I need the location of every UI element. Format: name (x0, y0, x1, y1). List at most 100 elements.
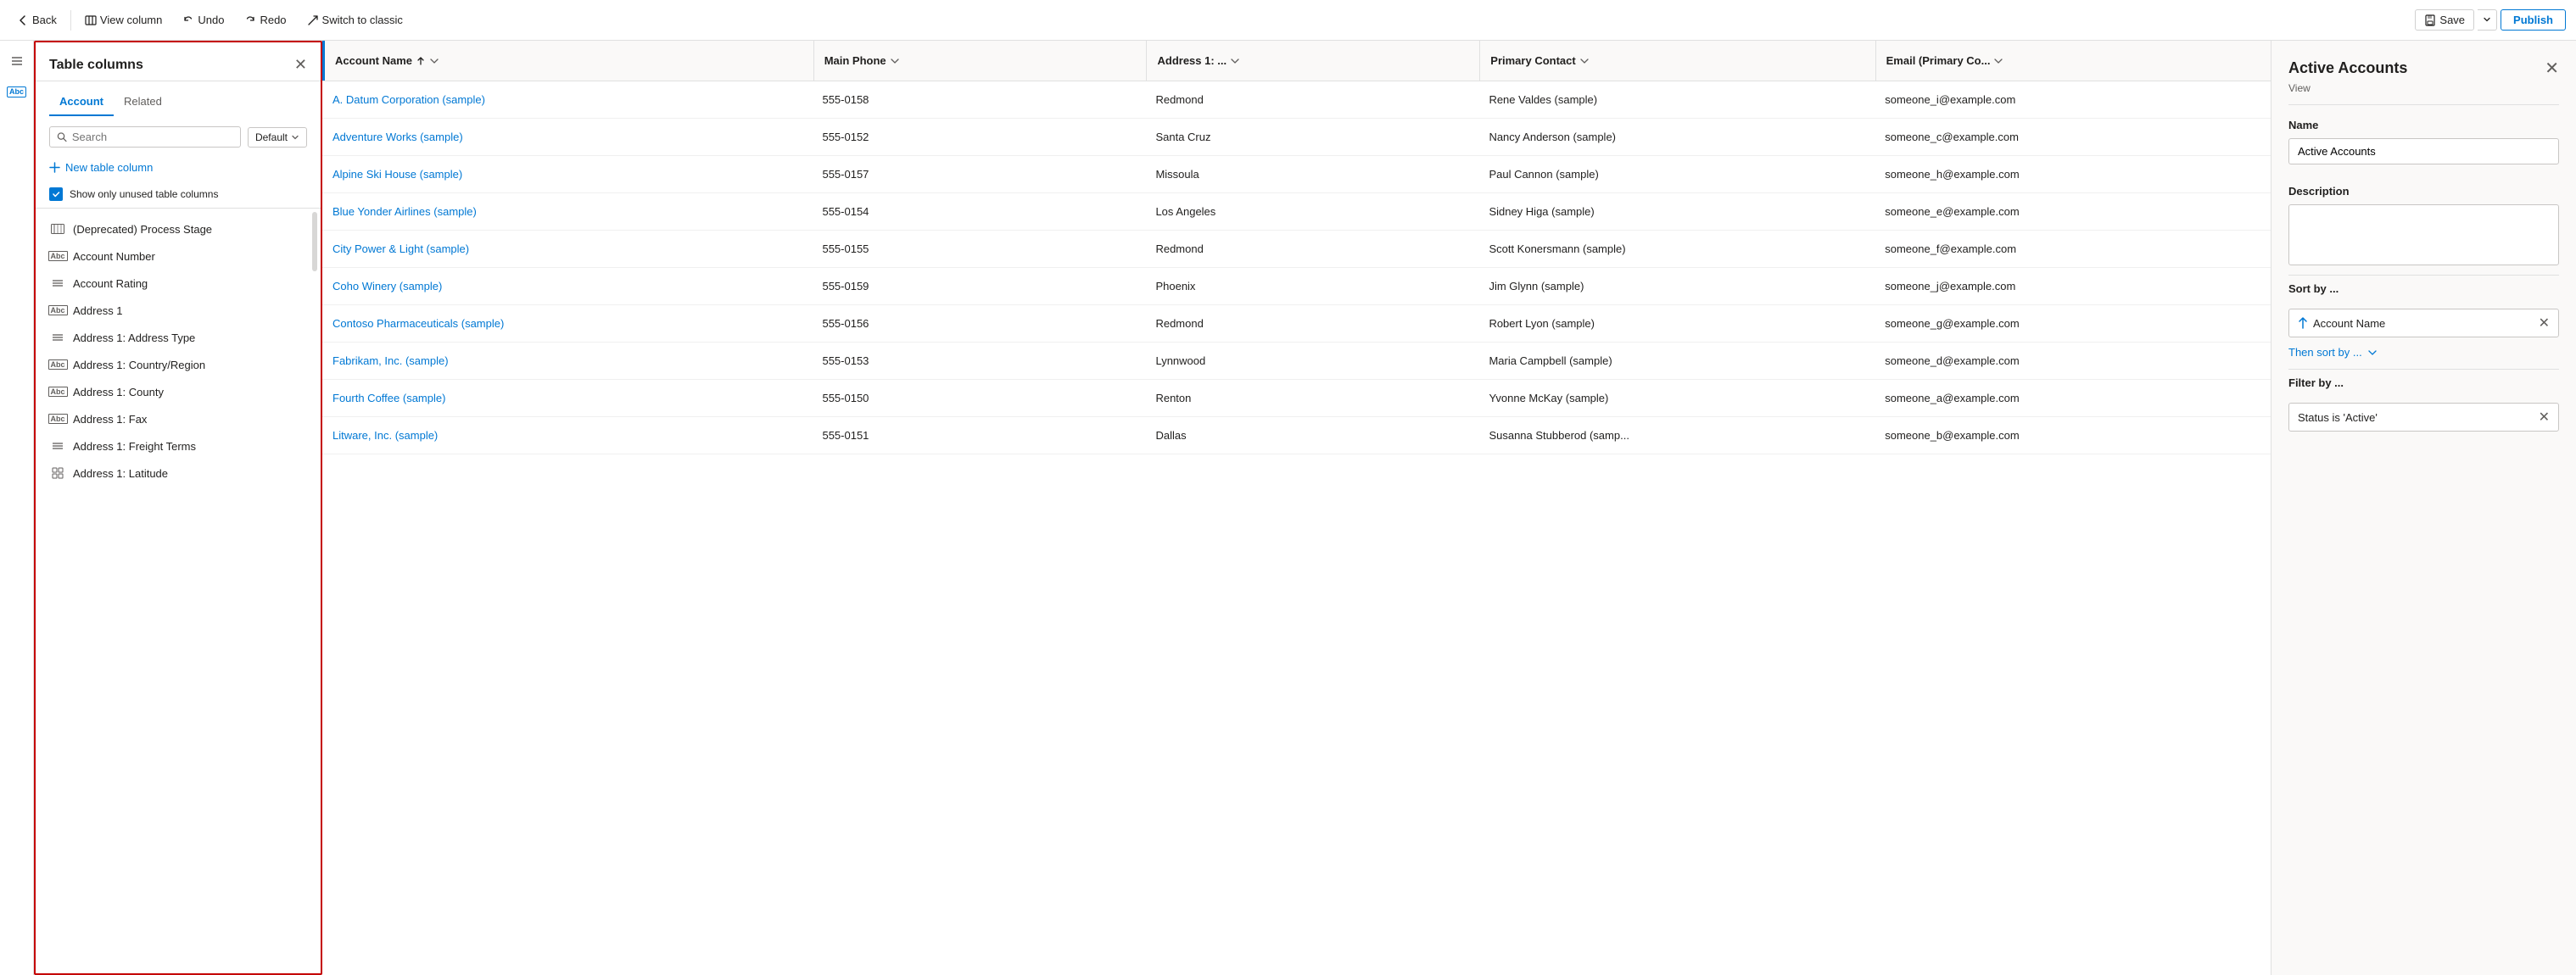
filter-dropdown-icon[interactable] (1579, 56, 1590, 66)
unused-check-row: Show only unused table columns (36, 184, 321, 208)
filter-tag: Status is 'Active' ✕ (2288, 403, 2559, 432)
col-header-email[interactable]: Email (Primary Co... (1876, 41, 2271, 81)
list-item[interactable]: Address 1: Freight Terms (36, 432, 321, 460)
undo-icon (182, 14, 194, 26)
panel-title: Table columns (49, 58, 143, 73)
abc-button[interactable]: Abc (3, 78, 31, 105)
tab-related[interactable]: Related (114, 88, 172, 116)
list-item[interactable]: Abc Address 1: County (36, 378, 321, 405)
cell-phone: 555-0156 (812, 305, 1145, 342)
abc-col-icon: Abc (49, 249, 66, 263)
cell-phone: 555-0158 (812, 81, 1145, 118)
cell-account-name[interactable]: Blue Yonder Airlines (sample) (322, 193, 812, 230)
cell-email: someone_i@example.com (1875, 81, 2271, 118)
table-row: Contoso Pharmaceuticals (sample) 555-015… (322, 305, 2271, 343)
table-columns-panel: Table columns ✕ Account Related Default … (34, 41, 322, 975)
cell-account-name[interactable]: Coho Winery (sample) (322, 268, 812, 304)
publish-label: Publish (2513, 14, 2553, 26)
new-column-label: New table column (65, 161, 153, 174)
save-dropdown-button[interactable] (2478, 9, 2497, 31)
cell-account-name[interactable]: Fourth Coffee (sample) (322, 380, 812, 416)
cell-account-name[interactable]: A. Datum Corporation (sample) (322, 81, 812, 118)
panel-close-button[interactable]: ✕ (294, 56, 307, 74)
col-header-main-phone[interactable]: Main Phone (814, 41, 1148, 81)
back-button[interactable]: Back (10, 10, 64, 30)
right-panel-close-button[interactable]: ✕ (2545, 58, 2559, 79)
column-item-label: Account Number (73, 250, 155, 263)
cell-account-name[interactable]: Litware, Inc. (sample) (322, 417, 812, 454)
cell-account-name[interactable]: Alpine Ski House (sample) (322, 156, 812, 192)
grid-header: Account Name Main Phone Address 1: ... P… (322, 41, 2271, 81)
default-label: Default (255, 131, 288, 143)
panel-search-row: Default (36, 116, 321, 154)
cell-contact: Susanna Stubberod (samp... (1478, 417, 1875, 454)
save-button[interactable]: Save (2415, 9, 2474, 31)
sort-clear-button[interactable]: ✕ (2539, 315, 2550, 332)
switch-classic-button[interactable]: Switch to classic (300, 10, 410, 30)
filter-dropdown-icon[interactable] (890, 56, 900, 66)
lines-col-icon (49, 276, 66, 290)
checkbox-check-icon (52, 190, 60, 198)
cell-email: someone_g@example.com (1875, 305, 2271, 342)
publish-button[interactable]: Publish (2501, 9, 2566, 31)
list-item[interactable]: Address 1: Latitude (36, 460, 321, 487)
list-item[interactable]: Address 1: Address Type (36, 324, 321, 351)
back-label: Back (32, 14, 57, 26)
filter-section: Filter by ... Status is 'Active' ✕ (2271, 370, 2576, 443)
table-row: City Power & Light (sample) 555-0155 Red… (322, 231, 2271, 268)
filter-clear-button[interactable]: ✕ (2539, 409, 2550, 426)
new-table-column-button[interactable]: New table column (49, 158, 153, 177)
table-row: Litware, Inc. (sample) 555-0151 Dallas S… (322, 417, 2271, 454)
list-item[interactable]: Abc Address 1: Fax (36, 405, 321, 432)
col-header-label: Account Name (335, 54, 412, 67)
list-item[interactable]: (Deprecated) Process Stage (36, 215, 321, 242)
filter-dropdown-icon[interactable] (429, 56, 439, 66)
description-textarea[interactable] (2288, 204, 2559, 265)
filter-dropdown-icon[interactable] (1993, 56, 2003, 66)
view-column-button[interactable]: View column (78, 10, 169, 30)
column-item-label: Address 1: Freight Terms (73, 440, 196, 453)
dropdown-chevron-icon (291, 133, 299, 142)
list-item[interactable]: Abc Address 1 (36, 297, 321, 324)
default-dropdown[interactable]: Default (248, 127, 307, 148)
hamburger-icon (10, 54, 24, 68)
undo-button[interactable]: Undo (176, 10, 231, 30)
cell-account-name[interactable]: Contoso Pharmaceuticals (sample) (322, 305, 812, 342)
cell-contact: Yvonne McKay (sample) (1478, 380, 1875, 416)
cell-email: someone_a@example.com (1875, 380, 2271, 416)
col-header-primary-contact[interactable]: Primary Contact (1480, 41, 1875, 81)
then-sort-button[interactable]: Then sort by ... (2288, 343, 2378, 362)
right-panel-title: Active Accounts (2288, 59, 2407, 77)
cell-address: Santa Cruz (1145, 119, 1478, 155)
lines-col-icon (49, 439, 66, 453)
save-icon (2424, 14, 2436, 26)
cell-address: Phoenix (1145, 268, 1478, 304)
right-panel-header: Active Accounts ✕ (2271, 41, 2576, 82)
list-item[interactable]: Abc Account Number (36, 242, 321, 270)
list-item[interactable]: Account Rating (36, 270, 321, 297)
cell-address: Missoula (1145, 156, 1478, 192)
abc-col-icon: Abc (49, 412, 66, 426)
panel-actions: New table column (36, 154, 321, 184)
grid-col-icon (49, 466, 66, 480)
list-item[interactable]: Abc Address 1: Country/Region (36, 351, 321, 378)
cell-account-name[interactable]: City Power & Light (sample) (322, 231, 812, 267)
redo-button[interactable]: Redo (237, 10, 293, 30)
filter-dropdown-icon[interactable] (1230, 56, 1240, 66)
cell-account-name[interactable]: Adventure Works (sample) (322, 119, 812, 155)
table-row: Fourth Coffee (sample) 555-0150 Renton Y… (322, 380, 2271, 417)
cell-account-name[interactable]: Fabrikam, Inc. (sample) (322, 343, 812, 379)
tab-account[interactable]: Account (49, 88, 114, 116)
scrollbar-thumb[interactable] (312, 212, 317, 271)
col-header-account-name[interactable]: Account Name (322, 41, 814, 81)
name-input[interactable] (2288, 138, 2559, 164)
search-input[interactable] (72, 131, 233, 143)
plus-icon (49, 162, 60, 173)
col-header-label: Address 1: ... (1157, 54, 1227, 67)
redo-label: Redo (260, 14, 286, 26)
table-row: Blue Yonder Airlines (sample) 555-0154 L… (322, 193, 2271, 231)
table-row: Coho Winery (sample) 555-0159 Phoenix Ji… (322, 268, 2271, 305)
unused-checkbox[interactable] (49, 187, 63, 201)
hamburger-button[interactable] (3, 47, 31, 75)
col-header-address[interactable]: Address 1: ... (1147, 41, 1480, 81)
